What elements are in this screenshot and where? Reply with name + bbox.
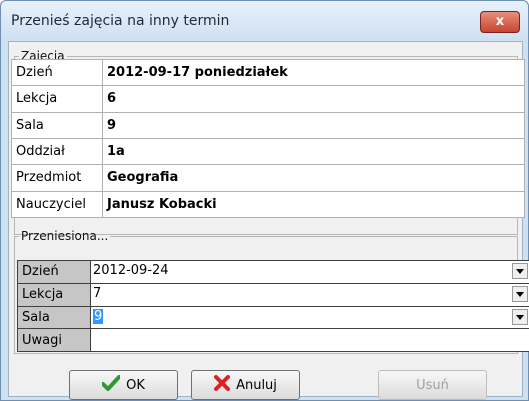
anuluj-label: Anuluj: [236, 377, 277, 393]
new-dzien-label: Dzień: [17, 260, 91, 284]
przeniesiona-table: Dzień 2012-09-24 Lekcja 7 Sala 9 Uwagi: [17, 260, 529, 352]
close-button[interactable]: x: [480, 11, 520, 33]
dropdown-button[interactable]: [512, 263, 528, 279]
table-row: Dzień 2012-09-24: [17, 260, 529, 284]
new-dzien-select[interactable]: 2012-09-24: [90, 260, 529, 284]
przedmiot-value: Geografia: [102, 164, 525, 192]
dialog-body: Zajęcia Dzień 2012-09-17 poniedziałek Lek…: [8, 41, 529, 400]
ok-button[interactable]: OK: [69, 370, 178, 400]
cross-icon: [214, 375, 231, 395]
anuluj-button[interactable]: Anuluj: [191, 370, 300, 400]
close-icon: x: [495, 14, 505, 29]
uwagi-label: Uwagi: [17, 328, 91, 352]
table-row: Oddział 1a: [11, 137, 525, 166]
table-row: Lekcja 6: [11, 85, 525, 113]
new-sala-value[interactable]: 9: [93, 308, 104, 324]
new-lekcja-value: 7: [93, 285, 102, 301]
table-row: Sala 9: [11, 111, 525, 139]
oddzial-label: Oddział: [11, 137, 103, 166]
lekcja-label: Lekcja: [11, 85, 103, 113]
title-bar[interactable]: Przenieś zajęcia na inny termin x: [1, 1, 528, 41]
ok-label: OK: [126, 377, 145, 393]
new-lekcja-label: Lekcja: [17, 282, 91, 307]
new-sala-label: Sala: [17, 305, 91, 330]
chevron-down-icon: [516, 269, 524, 274]
table-row: Dzień 2012-09-17 poniedziałek: [11, 58, 525, 87]
new-lekcja-select[interactable]: 7: [90, 282, 529, 307]
table-row: Uwagi: [17, 328, 529, 352]
sala-label: Sala: [11, 111, 103, 139]
new-dzien-value: 2012-09-24: [93, 263, 169, 278]
lekcja-value: 6: [102, 85, 525, 113]
chevron-down-icon: [516, 314, 524, 320]
table-row: Lekcja 7: [17, 282, 529, 307]
table-row: Nauczyciel Janusz Kobacki: [11, 190, 525, 219]
dzien-label: Dzień: [11, 58, 103, 87]
usun-button[interactable]: Usuń: [378, 370, 487, 400]
dzien-value: 2012-09-17 poniedziałek: [102, 58, 525, 87]
window-title: Przenieś zajęcia na inny termin: [11, 13, 230, 29]
dropdown-button[interactable]: [512, 285, 528, 302]
nauczyciel-value: Janusz Kobacki: [102, 190, 525, 219]
chevron-down-icon: [516, 291, 524, 297]
dialog-window: Przenieś zajęcia na inny termin x Zajęci…: [0, 0, 529, 401]
przedmiot-label: Przedmiot: [11, 164, 103, 192]
oddzial-value: 1a: [102, 137, 525, 166]
nauczyciel-label: Nauczyciel: [11, 190, 103, 219]
przeniesiona-legend: Przeniesiona...: [21, 229, 109, 243]
checkmark-icon: [101, 375, 122, 395]
dropdown-button[interactable]: [512, 308, 528, 325]
sala-value: 9: [102, 111, 525, 139]
usun-label: Usuń: [416, 377, 449, 393]
table-row: Przedmiot Geografia: [11, 164, 525, 192]
przeniesiona-group: Przeniesiona... Dzień 2012-09-24 Lekcja …: [14, 229, 529, 354]
new-sala-select[interactable]: 9: [90, 305, 529, 330]
zajecia-table: Dzień 2012-09-17 poniedziałek Lekcja 6 Sal…: [11, 58, 525, 219]
table-row: Sala 9: [17, 305, 529, 330]
uwagi-input[interactable]: [90, 328, 529, 352]
